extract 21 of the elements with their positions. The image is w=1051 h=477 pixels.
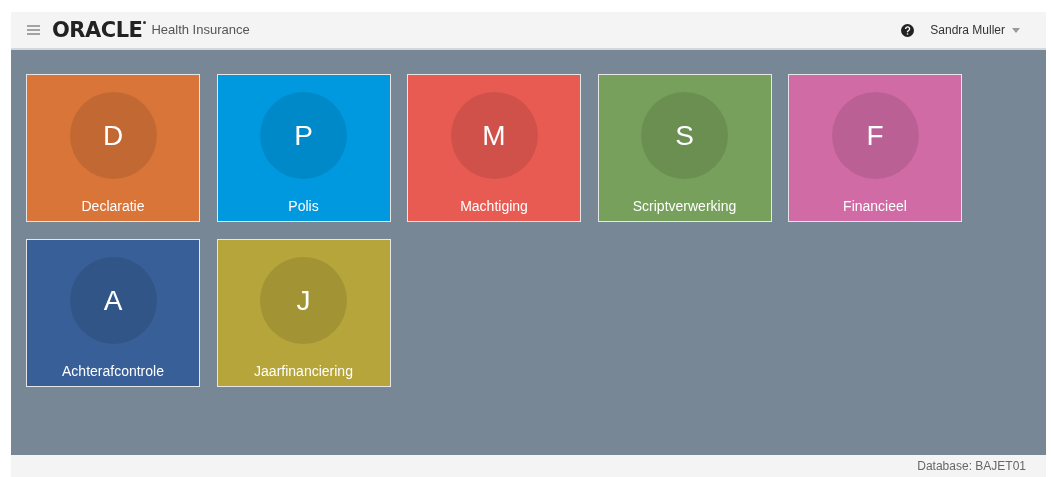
- app-tile[interactable]: A Achterafcontrole: [26, 239, 200, 387]
- app-tile[interactable]: D Declaratie: [26, 74, 200, 222]
- product-name: Health Insurance: [151, 21, 250, 40]
- tile-label: Scriptverwerking: [632, 197, 737, 216]
- tile-label: Declaratie: [81, 197, 145, 216]
- app-tile[interactable]: P Polis: [216, 74, 391, 222]
- tile-label: Polis: [288, 197, 319, 216]
- app-tile[interactable]: J Jaarfinanciering: [216, 239, 391, 387]
- logo: ORACLE: [52, 19, 143, 41]
- caret-icon: [1012, 27, 1020, 33]
- app-tile[interactable]: F Financieel: [788, 74, 962, 222]
- database-label: Database: BAJET01: [917, 458, 1026, 475]
- tile-label: Achterafcontrole: [62, 362, 164, 381]
- help-icon[interactable]: [901, 23, 915, 37]
- app-tile[interactable]: M Machtiging: [407, 74, 581, 222]
- app-tile[interactable]: S Scriptverwerking: [597, 74, 772, 222]
- registered-mark-icon: [143, 21, 147, 24]
- tile-label: Jaarfinanciering: [254, 362, 353, 381]
- tile-label: Machtiging: [460, 197, 528, 216]
- tile-label: Financieel: [843, 197, 907, 216]
- user-menu[interactable]: Sandra Muller: [930, 21, 1020, 39]
